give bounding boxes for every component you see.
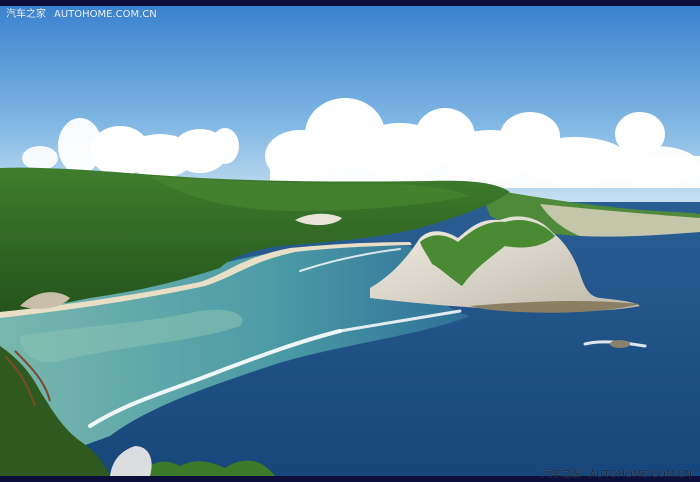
foreground-foliage-bottom — [140, 460, 275, 476]
offshore-rock — [610, 340, 630, 348]
coastal-landscape-photo — [0, 6, 700, 476]
watermark-top: 汽车之家 AUTOHOME.COM.CN — [6, 5, 157, 20]
watermark-top-en: AUTOHOME.COM.CN — [54, 9, 157, 20]
watermark-bottom-cn: 汽车之家 — [541, 469, 582, 480]
watermark-top-cn: 汽车之家 — [6, 9, 46, 20]
watermark-bottom-en: AUTOHOME.COM.CN — [589, 469, 692, 480]
photo-frame: 汽车之家 AUTOHOME.COM.CN 汽车之家 AUTOHOME.COM.CN — [0, 0, 700, 482]
watermark-bottom: 汽车之家 AUTOHOME.COM.CN — [541, 465, 692, 480]
